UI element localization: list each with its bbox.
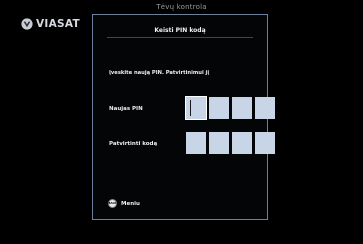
pin-instruction-text: Įveskite naują PIN. Patvirtinimui jį xyxy=(109,70,210,76)
menu-label: Meniu xyxy=(121,200,140,207)
change-pin-dialog: Keisti PIN kodą Įveskite naują PIN. Patv… xyxy=(92,14,275,220)
new-pin-digit-3[interactable] xyxy=(232,97,252,119)
screen-title: Tėvų kontrola xyxy=(156,3,207,11)
confirm-pin-inputs xyxy=(186,132,275,154)
tv-screen: Tėvų kontrola VIASAT Keisti PIN kodą Įve… xyxy=(0,0,363,244)
dialog-title: Keisti PIN kodą xyxy=(154,27,206,34)
viasat-logo-icon xyxy=(21,18,33,30)
confirm-pin-label: Patvirtinti kodą xyxy=(109,141,158,147)
new-pin-inputs xyxy=(185,96,275,120)
new-pin-digit-4[interactable] xyxy=(255,97,275,119)
confirm-pin-digit-2[interactable] xyxy=(209,132,229,154)
new-pin-digit-1[interactable] xyxy=(185,96,207,120)
confirm-pin-digit-1[interactable] xyxy=(186,132,206,154)
viasat-logo: VIASAT xyxy=(21,17,80,31)
confirm-pin-digit-3[interactable] xyxy=(232,132,252,154)
back-icon-text: BACK xyxy=(108,202,117,205)
menu-button[interactable]: BACK Meniu xyxy=(108,199,140,208)
viasat-logo-text: VIASAT xyxy=(36,18,80,30)
confirm-pin-digit-4[interactable] xyxy=(255,132,275,154)
back-button-icon: BACK xyxy=(108,199,117,208)
new-pin-label: Naujas PIN xyxy=(109,106,143,112)
dialog-title-divider xyxy=(107,37,253,38)
new-pin-digit-2[interactable] xyxy=(209,97,229,119)
text-cursor xyxy=(190,100,191,116)
